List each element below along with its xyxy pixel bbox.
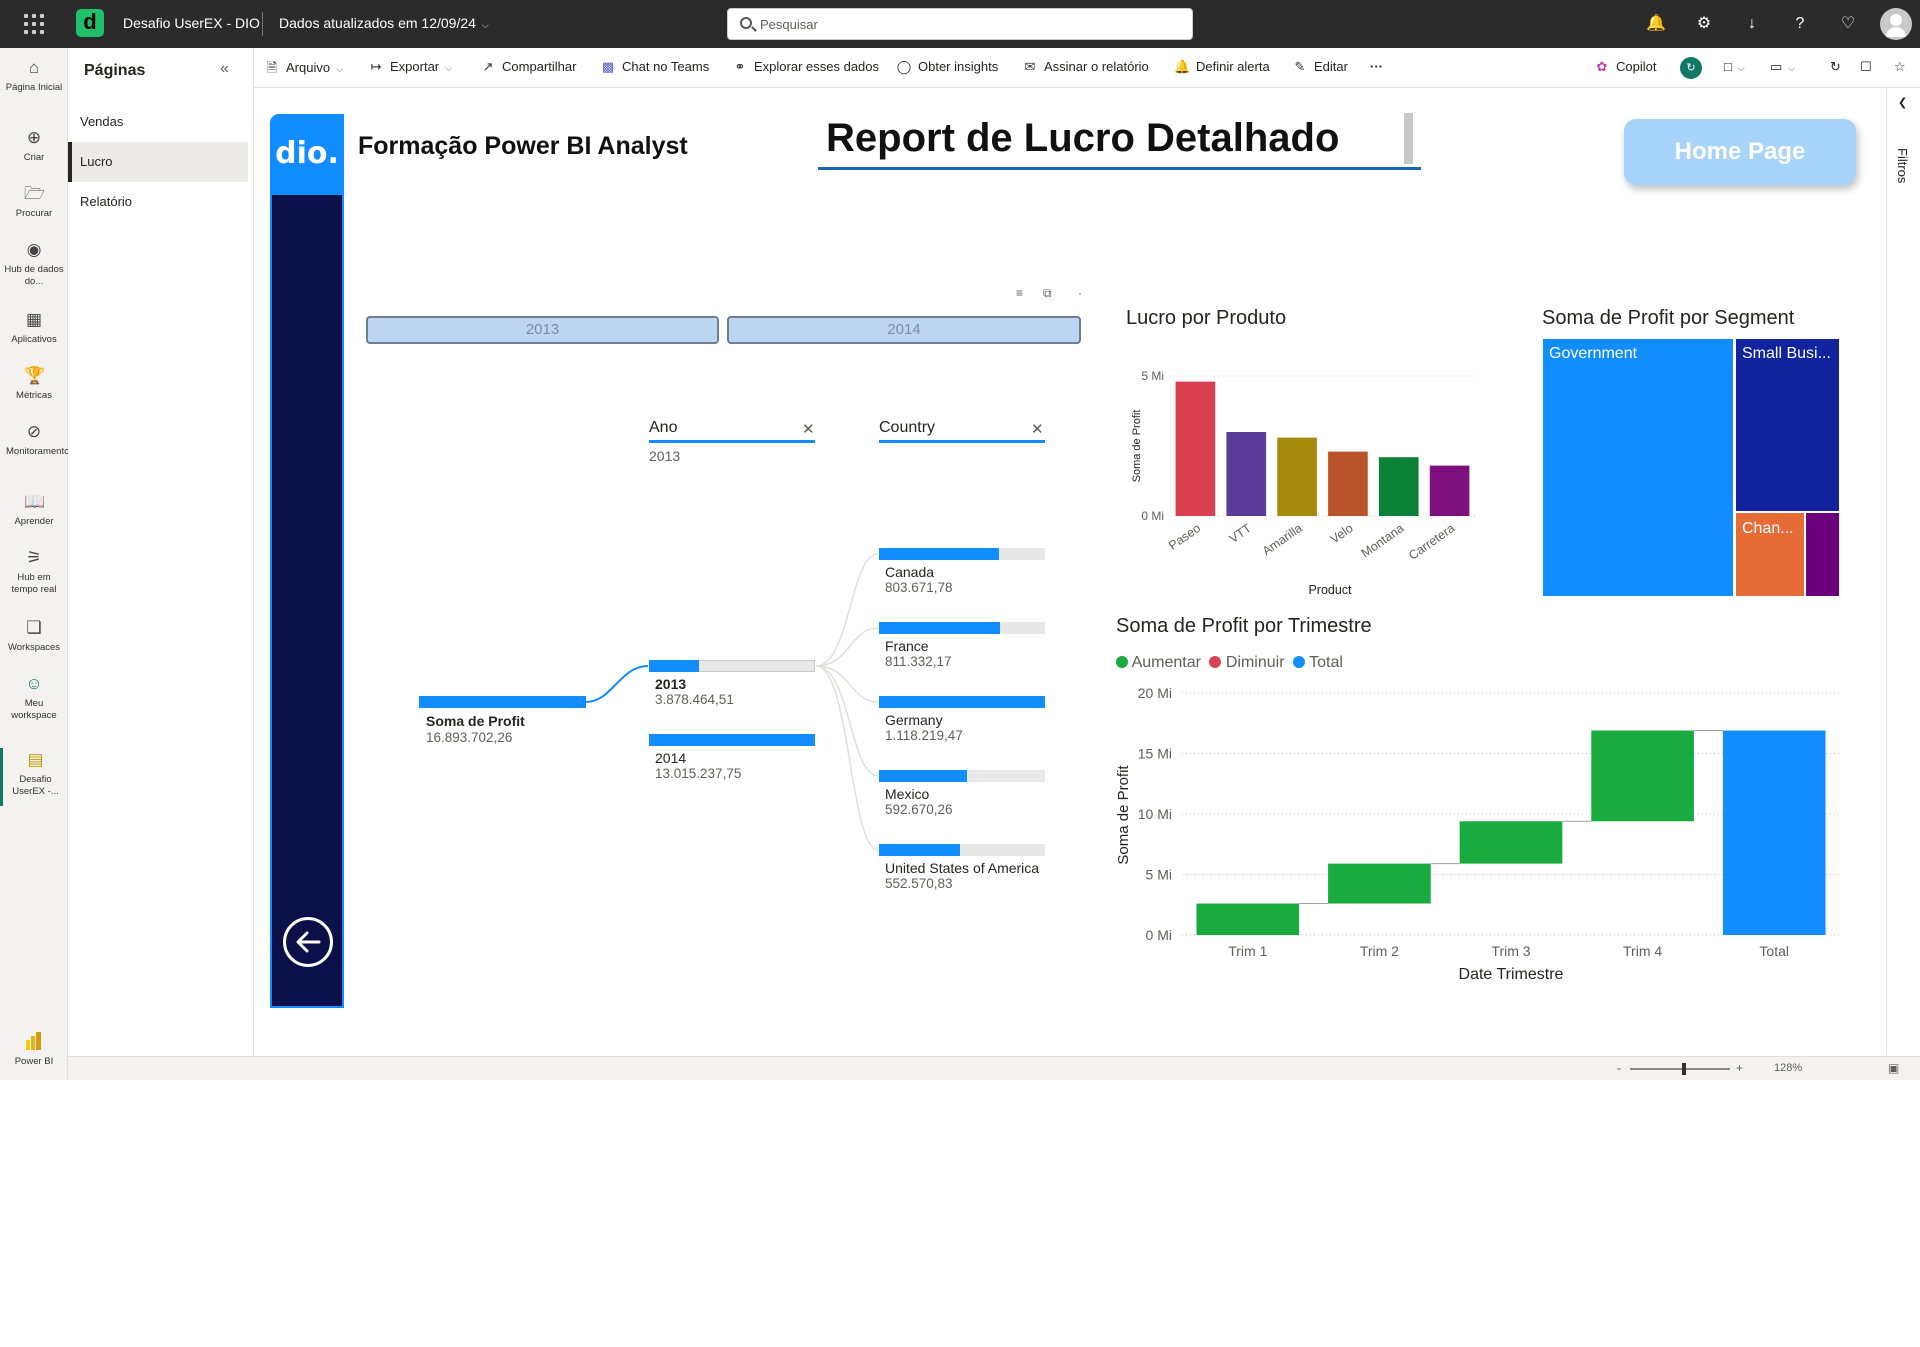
x-tick-label: Trim 3 bbox=[1491, 943, 1530, 959]
product-bar bbox=[1378, 457, 1419, 516]
zoom-slider[interactable] bbox=[1630, 1068, 1730, 1070]
connector-usa bbox=[815, 665, 879, 851]
product-bar-chart: 0 Mi 5 Mi Paseo VTT Amarilla Velo Montana Carre… bbox=[1131, 369, 1475, 597]
decomp-country-header[interactable]: Country bbox=[879, 419, 935, 437]
product-chart-title: Lucro por Produto bbox=[1126, 307, 1287, 329]
decomp-year-value: 13.015.237,75 bbox=[655, 766, 742, 781]
zoom-slider-thumb[interactable] bbox=[1682, 1063, 1686, 1075]
x-tick-label: Velo bbox=[1328, 521, 1356, 546]
waterfall-title: Soma de Profit por Trimestre bbox=[1116, 615, 1372, 637]
decomp-root-value: 16.893.702,26 bbox=[426, 730, 513, 745]
waterfall-bar bbox=[1459, 821, 1563, 864]
x-tick-label: VTT bbox=[1227, 521, 1255, 546]
decomp-country-label: United States of America bbox=[885, 860, 1040, 876]
decomp-root-bar[interactable] bbox=[419, 696, 586, 708]
y-tick-label: 20 Mi bbox=[1138, 685, 1172, 701]
treemap-label: Small Busi... bbox=[1742, 345, 1831, 362]
decomp-country-label: Germany bbox=[885, 712, 943, 728]
legend-dot-diminuir bbox=[1209, 656, 1222, 668]
waterfall-bar bbox=[1196, 903, 1300, 935]
y-tick-label: 5 Mi bbox=[1141, 369, 1164, 383]
legend-label: Aumentar bbox=[1131, 654, 1201, 671]
x-axis-title: Date Trimestre bbox=[1459, 966, 1564, 983]
zoom-in-button[interactable]: + bbox=[1736, 1061, 1743, 1075]
waterfall-bar bbox=[1328, 863, 1431, 904]
treemap-cell-government[interactable]: Government bbox=[1542, 338, 1734, 597]
treemap-cell-channel[interactable]: Chan... bbox=[1735, 512, 1805, 597]
legend-label: Diminuir bbox=[1225, 654, 1285, 671]
product-bar bbox=[1429, 465, 1470, 516]
x-tick-label: Trim 4 bbox=[1623, 943, 1662, 959]
decomp-country-value: 592.670,26 bbox=[885, 802, 953, 817]
decomp-country-bar[interactable] bbox=[879, 622, 1001, 634]
waterfall-bar bbox=[1722, 730, 1826, 935]
decomp-country-label: France bbox=[885, 638, 929, 654]
y-tick-label: 15 Mi bbox=[1138, 746, 1172, 762]
legend-label: Total bbox=[1309, 654, 1343, 671]
close-icon[interactable]: ✕ bbox=[1031, 420, 1044, 438]
product-bar bbox=[1226, 432, 1267, 516]
y-axis-title: Soma de Profit bbox=[1131, 410, 1143, 483]
product-bar bbox=[1328, 451, 1368, 516]
decomp-ano-filter: 2013 bbox=[649, 448, 681, 464]
y-axis-title: Soma de Profit bbox=[1115, 765, 1132, 865]
decomp-country-underline bbox=[879, 440, 1045, 443]
connector-france bbox=[815, 627, 879, 667]
decomp-country-value: 552.570,83 bbox=[885, 876, 953, 891]
product-bar bbox=[1175, 381, 1216, 516]
decomp-country-value: 803.671,78 bbox=[885, 580, 953, 595]
treemap-label: Government bbox=[1549, 345, 1638, 362]
decomp-root-label: Soma de Profit bbox=[426, 713, 525, 729]
decomp-ano-header[interactable]: Ano bbox=[649, 419, 677, 437]
x-tick-label: Trim 2 bbox=[1360, 943, 1399, 959]
decomp-year-bar[interactable] bbox=[649, 660, 699, 672]
decomp-country-label: Mexico bbox=[885, 786, 930, 802]
y-tick-label: 5 Mi bbox=[1146, 867, 1172, 883]
treemap-cell-other[interactable] bbox=[1805, 512, 1840, 597]
y-tick-label: 0 Mi bbox=[1146, 927, 1172, 943]
decomp-ano-underline bbox=[649, 440, 815, 443]
x-tick-label: Total bbox=[1759, 943, 1789, 959]
waterfall-chart: 0 Mi 5 Mi 10 Mi 15 Mi 20 Mi Trim 1 Trim 2 Trim … bbox=[1115, 685, 1840, 983]
x-tick-label: Trim 1 bbox=[1228, 943, 1267, 959]
y-tick-label: 10 Mi bbox=[1138, 806, 1172, 822]
x-axis-title: Product bbox=[1308, 583, 1352, 597]
waterfall-legend: Aumentar Diminuir Total bbox=[1116, 654, 1343, 672]
waterfall-bar bbox=[1591, 730, 1694, 822]
close-icon[interactable]: ✕ bbox=[802, 420, 815, 438]
y-tick-label: 0 Mi bbox=[1141, 509, 1164, 523]
decomp-country-bar[interactable] bbox=[879, 548, 999, 560]
legend-dot-total bbox=[1292, 656, 1305, 668]
x-tick-label: Amarilla bbox=[1260, 521, 1305, 558]
treemap-cell-small-business[interactable]: Small Busi... bbox=[1735, 338, 1840, 512]
decomp-year-label: 2014 bbox=[655, 750, 687, 766]
decomp-year-label: 2013 bbox=[655, 676, 687, 692]
segment-treemap-title: Soma de Profit por Segment bbox=[1542, 307, 1795, 329]
decomp-country-bar[interactable] bbox=[879, 770, 967, 782]
decomp-year-value: 3.878.464,51 bbox=[655, 692, 734, 707]
zoom-out-button[interactable]: - bbox=[1617, 1061, 1621, 1075]
product-bar bbox=[1277, 437, 1317, 516]
decomp-country-bar[interactable] bbox=[879, 844, 961, 856]
connector-root-2013 bbox=[585, 665, 649, 703]
x-tick-label: Paseo bbox=[1166, 521, 1203, 553]
fit-page-icon[interactable]: ▣ bbox=[1888, 1061, 1899, 1075]
treemap-label: Chan... bbox=[1742, 520, 1794, 537]
zoom-level: 128% bbox=[1774, 1062, 1803, 1074]
decomp-country-value: 1.118.219,47 bbox=[885, 728, 963, 743]
decomp-year-bar[interactable] bbox=[649, 734, 815, 746]
decomp-country-label: Canada bbox=[885, 564, 935, 580]
x-tick-label: Carretera bbox=[1406, 521, 1457, 563]
x-tick-label: Montana bbox=[1359, 521, 1407, 560]
status-bar: - + 128% ▣ bbox=[68, 1056, 1920, 1080]
decomp-country-value: 811.332,17 bbox=[885, 654, 952, 669]
decomp-country-bar[interactable] bbox=[879, 696, 1045, 708]
legend-dot-aumentar bbox=[1116, 656, 1128, 668]
